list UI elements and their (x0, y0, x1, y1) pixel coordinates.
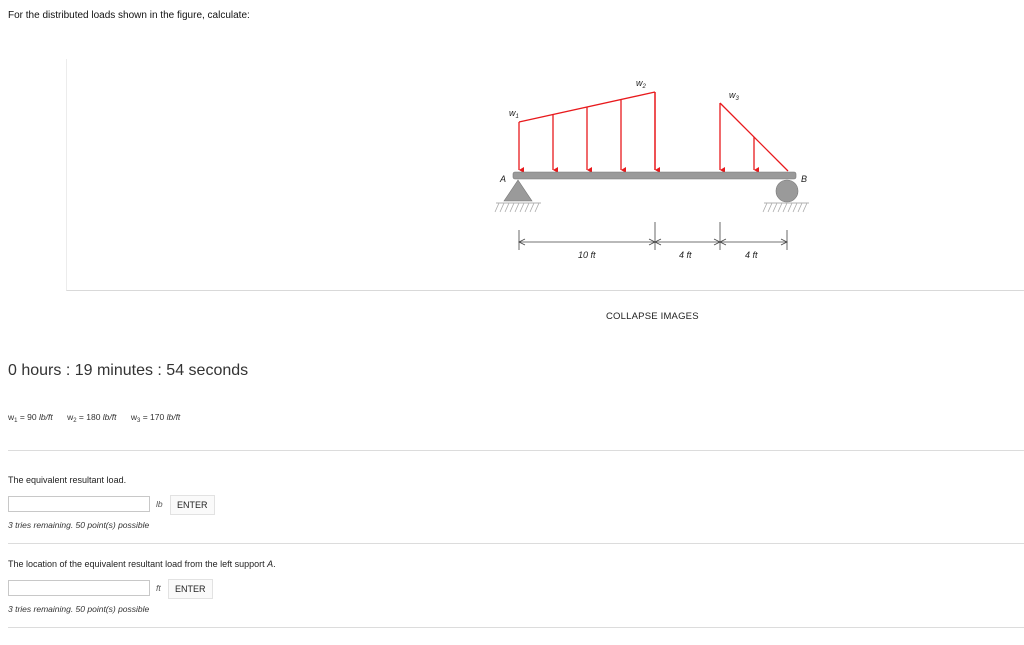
question-2-enter-button[interactable]: ENTER (168, 579, 213, 599)
label-w3: w3 (729, 90, 740, 102)
problem-prompt: For the distributed loads shown in the f… (8, 10, 250, 21)
question-1-tries: 3 tries remaining. 50 point(s) possible (8, 520, 150, 530)
label-w2: w2 (636, 78, 647, 90)
countdown-timer: 0 hours : 19 minutes : 54 seconds (8, 362, 249, 379)
roller-support-b (762, 179, 809, 213)
load-diagram (518, 91, 789, 173)
dim-label-2: 4 ft (679, 250, 692, 260)
divider (8, 450, 1024, 451)
label-b: B (801, 174, 807, 184)
dimension-line (518, 222, 788, 250)
given-w3: w3 = 170 lb/ft (130, 412, 181, 424)
given-w2: w2 = 180 lb/ft (67, 412, 117, 424)
beam-diagram: w1 w2 w3 A B 10 ft 4 ft 4 ft (494, 78, 809, 260)
given-values: w1 = 90 lb/ft w2 = 180 lb/ft w3 = 170 lb… (8, 412, 181, 424)
figure-panel: w1 w2 w3 A B 10 ft 4 ft 4 ft (66, 59, 1024, 291)
question-1-text: The equivalent resultant load. (8, 475, 127, 485)
pin-support-a (494, 179, 541, 213)
question-2-text: The location of the equivalent resultant… (8, 559, 276, 569)
question-2-unit: ft (156, 583, 161, 593)
question-1-enter-button[interactable]: ENTER (170, 495, 215, 515)
divider (8, 543, 1024, 544)
divider (8, 627, 1024, 628)
question-1-answer-input[interactable] (8, 496, 150, 512)
collapse-images-button[interactable]: COLLAPSE IMAGES (606, 311, 699, 322)
question-1-unit: lb (156, 499, 163, 509)
dim-label-3: 4 ft (745, 250, 758, 260)
question-2-tries: 3 tries remaining. 50 point(s) possible (8, 604, 150, 614)
dim-label-1: 10 ft (578, 250, 596, 260)
label-a: A (499, 174, 506, 184)
question-2-answer-input[interactable] (8, 580, 150, 596)
beam (512, 171, 797, 180)
label-w1: w1 (509, 108, 519, 120)
given-w1: w1 = 90 lb/ft (8, 412, 53, 424)
